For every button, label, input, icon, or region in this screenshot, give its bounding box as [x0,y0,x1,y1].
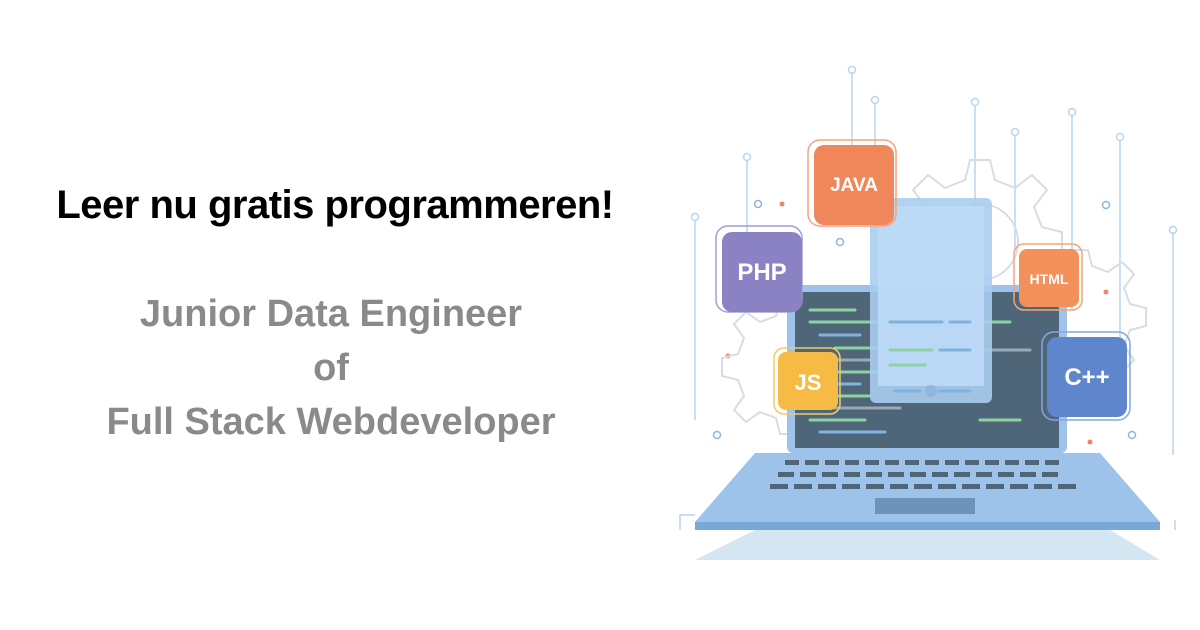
subtitle-role-2: Full Stack Webdeveloper [106,401,556,443]
laptop-programming-illustration: JAVA PHP HTML JS C++ [679,65,1178,560]
js-badge: JS [773,347,841,415]
tablet-home-button [925,385,937,397]
cpp-label: C++ [1064,364,1109,391]
java-badge: JAVA [807,139,897,227]
laptop-shadow [695,530,1160,560]
subtitle-connector: of [313,347,349,389]
laptop-touchpad [875,498,975,514]
js-label: JS [795,370,822,395]
php-badge: PHP [715,225,803,313]
html-label: HTML [1030,271,1069,287]
php-label: PHP [737,259,786,286]
html-badge: HTML [1013,243,1083,311]
tablet-screen [878,206,984,386]
cpp-badge: C++ [1041,331,1131,421]
java-label: JAVA [830,175,878,196]
headline: Leer nu gratis programmeren! [56,183,614,227]
subtitle-role-1: Junior Data Engineer [139,293,523,335]
